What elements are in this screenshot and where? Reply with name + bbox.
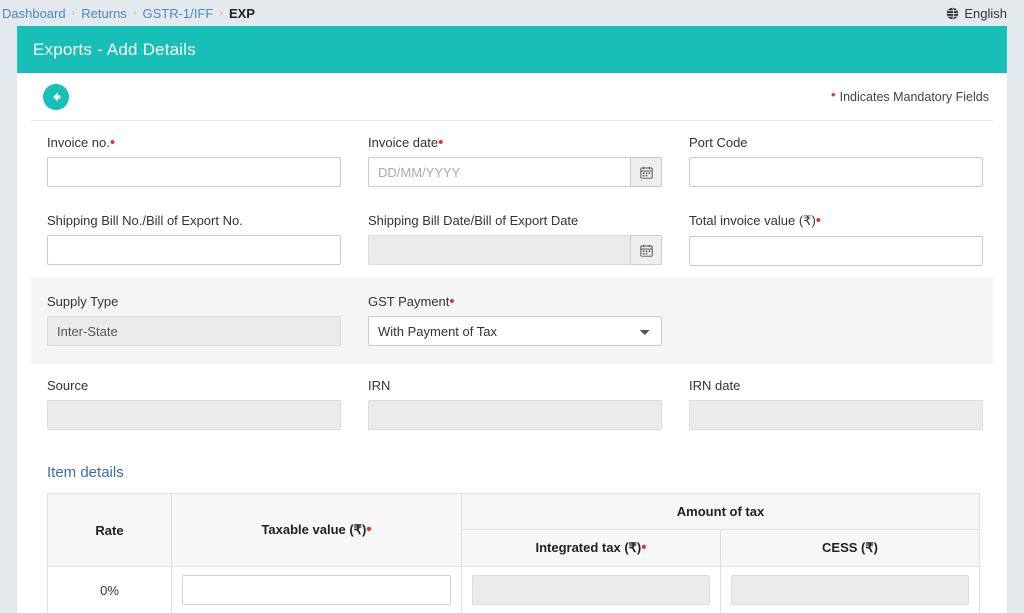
breadcrumb-item-gstr-1-iff[interactable]: GSTR-1/IFF: [142, 6, 213, 21]
breadcrumb-separator: ›: [219, 7, 223, 19]
mandatory-fields-note: • Indicates Mandatory Fields: [831, 86, 989, 104]
form-field-port-code: Port Code: [673, 135, 994, 187]
label-supply-type: Supply Type: [47, 294, 119, 309]
toolbar-row: • Indicates Mandatory Fields: [31, 73, 993, 121]
form-field-supply-type: Supply Type: [31, 294, 352, 346]
table-header-row-1: Rate Taxable value (₹)• Amount of tax: [47, 493, 980, 567]
panel-header: Exports - Add Details: [17, 26, 1007, 73]
shipping-bill-no-input[interactable]: [47, 235, 341, 265]
form-field-spacer: [673, 294, 993, 346]
col-header-integrated-tax-label: Integrated tax (₹): [535, 540, 642, 555]
panel-body: • Indicates Mandatory Fields Invoice no.…: [17, 73, 1007, 613]
total-invoice-value-input[interactable]: [689, 236, 983, 266]
port-code-input[interactable]: [689, 157, 983, 187]
cell-rate: 0%: [47, 566, 172, 613]
form-field-shipping-bill-no: Shipping Bill No./Bill of Export No.: [31, 213, 352, 266]
exports-form: Invoice no.• Invoice date• Port Code Shippi…: [31, 121, 993, 442]
source-input: [47, 400, 341, 430]
form-field-irn: IRN: [352, 378, 673, 430]
label-shipping-bill-date: Shipping Bill Date/Bill of Export Date: [368, 213, 579, 228]
form-field-irn-date: IRN date: [673, 378, 994, 430]
taxable-value-input[interactable]: [182, 575, 451, 605]
table-row: 0%: [47, 566, 980, 613]
cell-cess: [720, 566, 980, 613]
gst-payment-select[interactable]: With Payment of TaxWithout Payment of Ta…: [368, 316, 662, 346]
col-header-integrated-tax: Integrated tax (₹)•: [461, 529, 721, 567]
breadcrumb-item-dashboard[interactable]: Dashboard: [2, 6, 66, 21]
col-header-rate: Rate: [47, 493, 172, 567]
label-irn: IRN: [368, 378, 391, 393]
cess-input: [731, 575, 969, 605]
label-source: Source: [47, 378, 89, 393]
table-body: 0%0.1%: [47, 566, 980, 613]
label-gst-payment: GST Payment•: [368, 293, 455, 310]
invoice-no-input[interactable]: [47, 157, 341, 187]
form-row: Supply Type GST Payment• With Payment of T…: [31, 278, 993, 364]
item-details-table: Rate Taxable value (₹)• Amount of tax In…: [47, 493, 980, 613]
col-header-taxable-value-label: Taxable value (₹): [261, 522, 367, 537]
top-bar: Dashboard › Returns › GSTR-1/IFF › EXP English: [0, 0, 1024, 26]
form-field-total-invoice-value: Total invoice value (₹)•: [673, 213, 994, 266]
irn-date-input: [689, 400, 983, 430]
form-row: Invoice no.• Invoice date• Port Code: [31, 121, 993, 199]
form-row: Source IRN IRN date: [31, 364, 993, 442]
form-row: Shipping Bill No./Bill of Export No. Ship…: [31, 199, 993, 278]
calendar-icon: [630, 235, 662, 265]
language-label: English: [964, 5, 1007, 21]
item-details-title: Item details: [47, 464, 124, 481]
item-details-table-wrap: Rate Taxable value (₹)• Amount of tax In…: [31, 493, 993, 613]
breadcrumb-separator: ›: [71, 7, 76, 19]
shipping-bill-date-group: [368, 235, 662, 265]
invoice-date-group: [368, 157, 662, 187]
page-title: Exports - Add Details: [33, 39, 196, 59]
col-header-amount-of-tax: Amount of tax: [461, 493, 980, 530]
required-marker-icon: •: [815, 212, 822, 229]
required-marker-icon: •: [449, 293, 455, 310]
label-invoice-date: Invoice date•: [368, 134, 444, 151]
content-panel: Exports - Add Details • Indicates Mandat…: [17, 26, 1007, 613]
required-marker-icon: •: [438, 134, 444, 151]
breadcrumb-separator: ›: [132, 7, 137, 19]
cell-taxable-value: [171, 566, 462, 613]
form-field-gst-payment: GST Payment• With Payment of TaxWithout P…: [352, 294, 673, 346]
label-invoice-no: Invoice no.•: [47, 134, 116, 151]
col-header-taxable-value: Taxable value (₹)•: [171, 493, 462, 567]
back-button[interactable]: [43, 83, 69, 110]
label-total-invoice-value: Total invoice value (₹)•: [689, 212, 822, 229]
required-marker-icon: •: [641, 539, 647, 556]
table-head: Rate Taxable value (₹)• Amount of tax In…: [47, 493, 980, 567]
form-field-invoice-date: Invoice date•: [352, 135, 673, 187]
mandatory-note-label: Indicates Mandatory Fields: [839, 89, 989, 104]
col-header-cess: CESS (₹): [720, 529, 980, 567]
page-root: Dashboard › Returns › GSTR-1/IFF › EXP English…: [0, 0, 1024, 613]
invoice-date-input[interactable]: [368, 157, 630, 187]
arrow-left-circle-icon: [48, 89, 64, 105]
mandatory-marker-icon: •: [831, 86, 836, 102]
breadcrumb-item-returns[interactable]: Returns: [81, 6, 127, 21]
cell-integrated-tax: [461, 566, 721, 613]
form-field-shipping-bill-date: Shipping Bill Date/Bill of Export Date: [352, 213, 673, 266]
calendar-icon[interactable]: [630, 157, 662, 187]
language-selector[interactable]: English: [946, 6, 1007, 21]
globe-icon: [946, 7, 959, 20]
supply-type-input: [47, 316, 341, 346]
required-marker-icon: •: [109, 134, 116, 151]
form-field-invoice-no: Invoice no.•: [31, 135, 352, 187]
required-marker-icon: •: [366, 521, 372, 538]
form-field-source: Source: [31, 378, 352, 430]
integrated-tax-input: [472, 575, 710, 605]
irn-input: [368, 400, 662, 430]
breadcrumb: Dashboard › Returns › GSTR-1/IFF › EXP: [0, 6, 255, 21]
shipping-bill-date-input: [368, 235, 630, 265]
breadcrumb-item-exp: EXP: [228, 5, 255, 21]
label-port-code: Port Code: [689, 135, 748, 150]
label-irn-date: IRN date: [689, 378, 741, 393]
label-shipping-bill-no: Shipping Bill No./Bill of Export No.: [47, 213, 243, 228]
